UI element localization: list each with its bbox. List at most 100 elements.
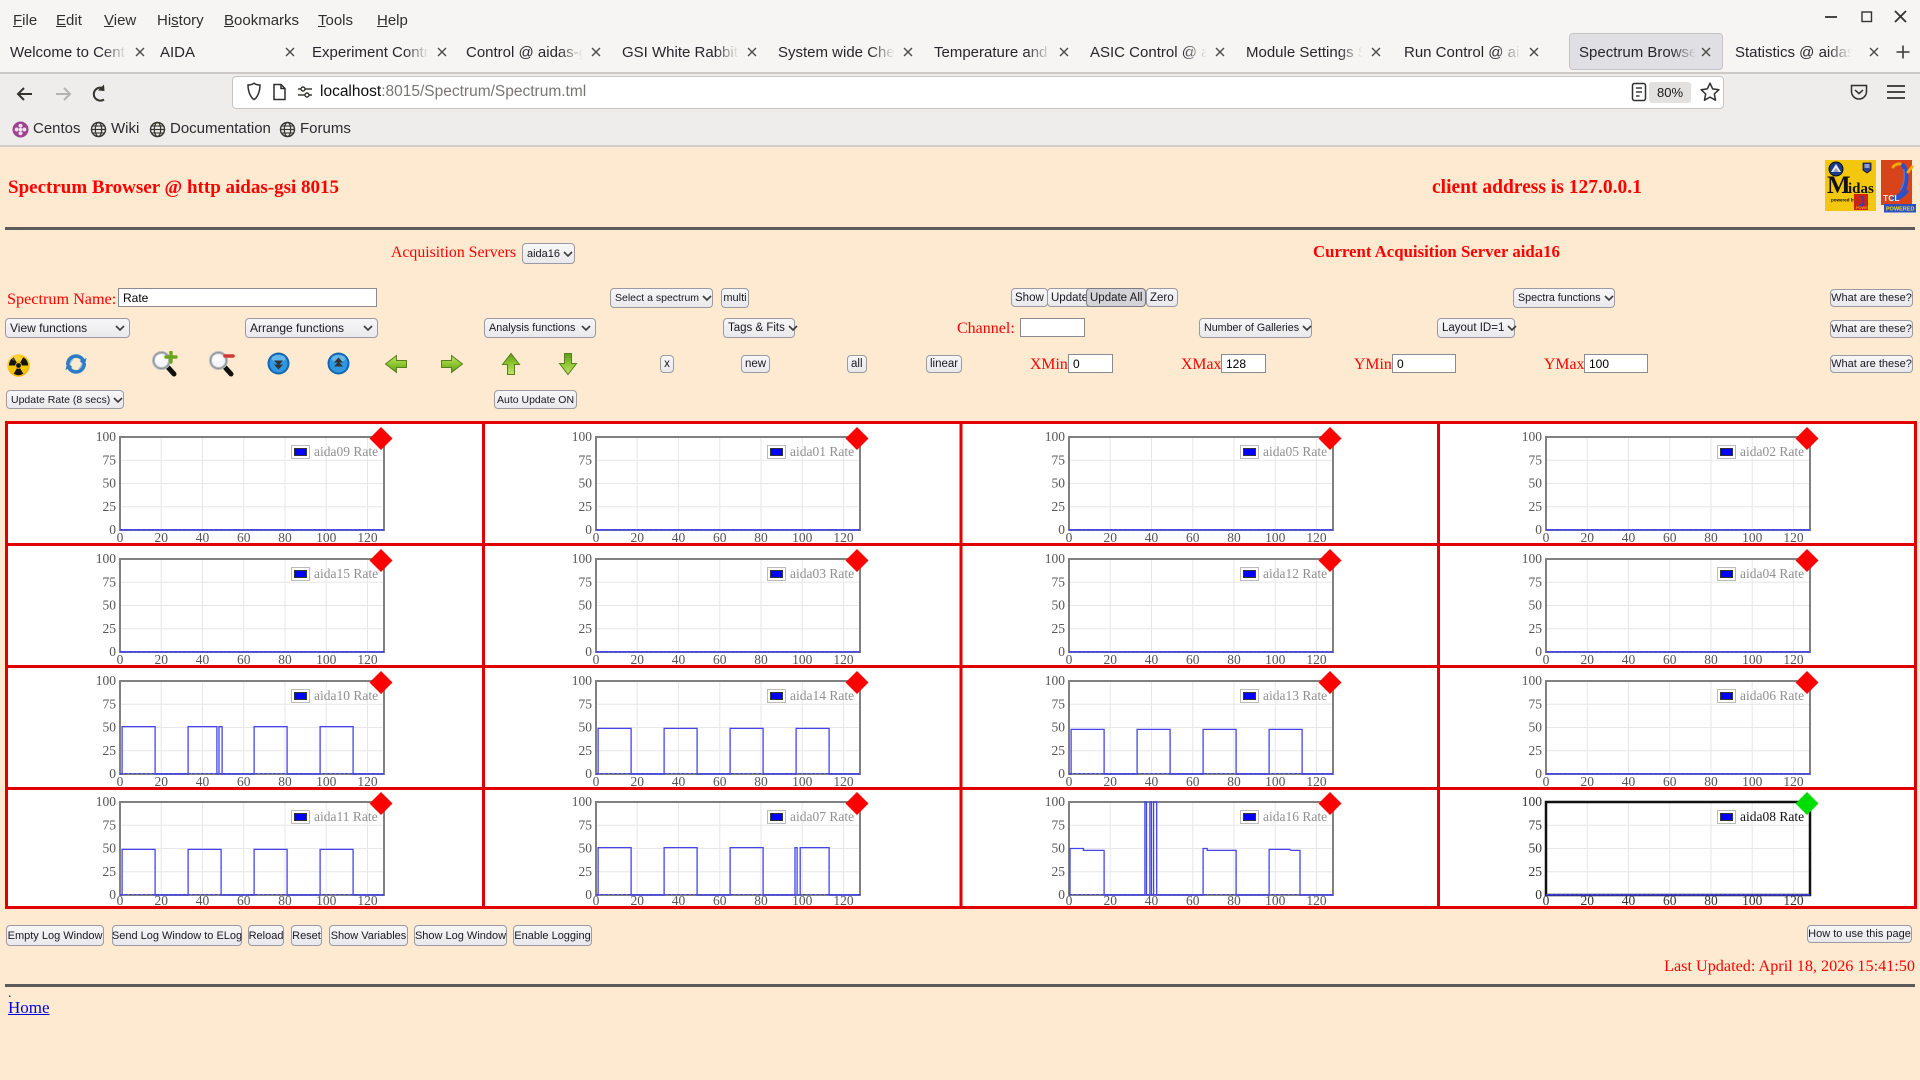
svg-text:50: 50 xyxy=(1529,598,1543,613)
svg-text:75: 75 xyxy=(102,453,116,468)
svg-text:40: 40 xyxy=(671,774,685,789)
svg-text:75: 75 xyxy=(102,697,116,712)
svg-text:100: 100 xyxy=(1265,652,1286,667)
svg-text:aida09 Rate: aida09 Rate xyxy=(314,444,378,459)
svg-text:40: 40 xyxy=(671,893,685,908)
svg-text:50: 50 xyxy=(102,841,116,856)
svg-text:80: 80 xyxy=(1227,530,1241,545)
svg-text:40: 40 xyxy=(195,652,209,667)
svg-text:25: 25 xyxy=(1529,499,1543,514)
svg-text:100: 100 xyxy=(95,673,116,688)
svg-text:50: 50 xyxy=(102,598,116,613)
svg-text:100: 100 xyxy=(792,652,813,667)
svg-text:75: 75 xyxy=(1052,818,1066,833)
svg-text:aida08 Rate: aida08 Rate xyxy=(1740,809,1804,824)
svg-text:120: 120 xyxy=(833,530,854,545)
svg-text:100: 100 xyxy=(1045,673,1066,688)
svg-text:120: 120 xyxy=(1784,774,1805,789)
svg-text:25: 25 xyxy=(1529,743,1543,758)
svg-text:80: 80 xyxy=(1705,774,1719,789)
svg-text:40: 40 xyxy=(671,652,685,667)
svg-text:0: 0 xyxy=(585,766,592,781)
svg-text:0: 0 xyxy=(1066,774,1073,789)
svg-text:0: 0 xyxy=(1536,766,1543,781)
svg-text:100: 100 xyxy=(1045,551,1066,566)
svg-text:0: 0 xyxy=(1066,530,1073,545)
svg-text:40: 40 xyxy=(195,530,209,545)
svg-text:60: 60 xyxy=(713,774,727,789)
svg-text:aida15 Rate: aida15 Rate xyxy=(314,566,378,581)
svg-text:20: 20 xyxy=(630,530,644,545)
svg-text:25: 25 xyxy=(1529,621,1543,636)
svg-text:0: 0 xyxy=(1536,887,1543,902)
svg-text:0: 0 xyxy=(592,774,599,789)
svg-text:0: 0 xyxy=(1058,887,1065,902)
svg-text:75: 75 xyxy=(1052,575,1066,590)
svg-text:120: 120 xyxy=(833,652,854,667)
svg-text:80: 80 xyxy=(754,774,768,789)
svg-text:20: 20 xyxy=(1581,774,1595,789)
svg-text:100: 100 xyxy=(571,551,592,566)
svg-text:0: 0 xyxy=(1058,644,1065,659)
svg-text:25: 25 xyxy=(578,864,592,879)
svg-text:20: 20 xyxy=(154,530,168,545)
svg-text:100: 100 xyxy=(1045,794,1066,809)
svg-text:75: 75 xyxy=(1529,575,1543,590)
svg-text:75: 75 xyxy=(578,575,592,590)
svg-text:100: 100 xyxy=(316,530,337,545)
svg-text:80: 80 xyxy=(1705,652,1719,667)
svg-text:0: 0 xyxy=(116,652,123,667)
svg-text:0: 0 xyxy=(116,774,123,789)
svg-text:120: 120 xyxy=(833,774,854,789)
svg-text:75: 75 xyxy=(578,453,592,468)
svg-text:25: 25 xyxy=(102,499,116,514)
svg-text:40: 40 xyxy=(1145,652,1159,667)
svg-text:60: 60 xyxy=(1663,652,1677,667)
svg-text:75: 75 xyxy=(102,575,116,590)
svg-text:100: 100 xyxy=(1265,774,1286,789)
svg-text:75: 75 xyxy=(1052,453,1066,468)
svg-text:75: 75 xyxy=(1529,453,1543,468)
svg-text:0: 0 xyxy=(1536,644,1543,659)
svg-text:0: 0 xyxy=(109,887,116,902)
svg-text:80: 80 xyxy=(1705,530,1719,545)
svg-text:60: 60 xyxy=(1186,530,1200,545)
svg-text:60: 60 xyxy=(237,652,251,667)
svg-text:50: 50 xyxy=(578,720,592,735)
svg-text:75: 75 xyxy=(1529,818,1543,833)
svg-text:80: 80 xyxy=(1227,774,1241,789)
svg-text:75: 75 xyxy=(102,818,116,833)
svg-text:80: 80 xyxy=(754,530,768,545)
svg-text:aida14 Rate: aida14 Rate xyxy=(790,688,854,703)
svg-text:100: 100 xyxy=(1265,530,1286,545)
svg-text:120: 120 xyxy=(357,530,378,545)
svg-text:120: 120 xyxy=(1306,652,1327,667)
svg-text:50: 50 xyxy=(1529,476,1543,491)
svg-text:aida13 Rate: aida13 Rate xyxy=(1263,688,1327,703)
svg-text:120: 120 xyxy=(1784,530,1805,545)
svg-text:75: 75 xyxy=(1052,697,1066,712)
svg-text:40: 40 xyxy=(1622,652,1636,667)
svg-text:25: 25 xyxy=(1052,499,1066,514)
svg-text:20: 20 xyxy=(154,774,168,789)
svg-text:100: 100 xyxy=(316,774,337,789)
svg-text:100: 100 xyxy=(95,551,116,566)
svg-text:100: 100 xyxy=(95,429,116,444)
svg-text:120: 120 xyxy=(1784,652,1805,667)
svg-text:0: 0 xyxy=(592,530,599,545)
svg-text:50: 50 xyxy=(102,476,116,491)
svg-text:aida04 Rate: aida04 Rate xyxy=(1740,566,1804,581)
svg-text:40: 40 xyxy=(1145,774,1159,789)
svg-text:20: 20 xyxy=(1581,652,1595,667)
svg-text:25: 25 xyxy=(1052,621,1066,636)
svg-text:25: 25 xyxy=(1052,743,1066,758)
svg-text:120: 120 xyxy=(1306,774,1327,789)
svg-text:50: 50 xyxy=(1529,720,1543,735)
svg-text:100: 100 xyxy=(1522,551,1543,566)
svg-text:20: 20 xyxy=(1103,530,1117,545)
svg-text:100: 100 xyxy=(1045,429,1066,444)
svg-text:100: 100 xyxy=(1522,794,1543,809)
svg-text:0: 0 xyxy=(109,522,116,537)
svg-text:aida02 Rate: aida02 Rate xyxy=(1740,444,1804,459)
svg-text:120: 120 xyxy=(357,652,378,667)
